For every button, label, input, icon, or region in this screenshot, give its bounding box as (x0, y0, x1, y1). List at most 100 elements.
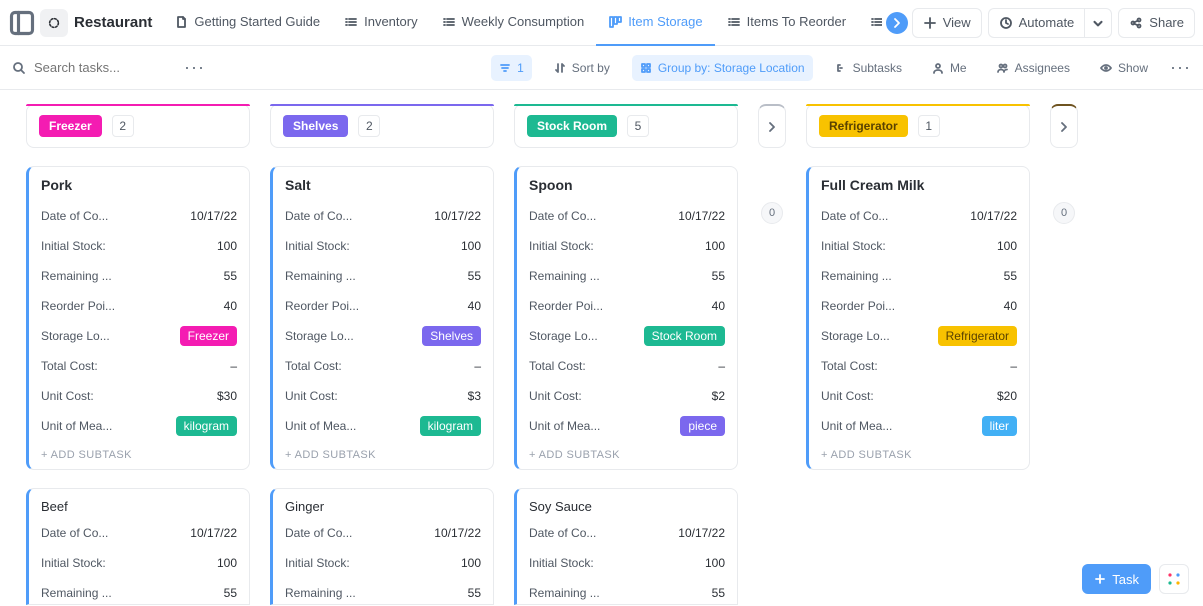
field-label: Unit Cost: (41, 389, 94, 403)
share-button[interactable]: Share (1118, 8, 1195, 38)
person-icon (932, 62, 944, 74)
automate-dropdown[interactable] (1084, 8, 1112, 38)
tab-inventory[interactable]: Inventory (332, 0, 429, 46)
card-title: Pork (41, 177, 237, 193)
add-view-label: View (943, 15, 971, 30)
group-count: 2 (112, 115, 134, 137)
field-label: Initial Stock: (41, 556, 106, 570)
field-label: Remaining ... (529, 269, 600, 283)
tab-item-storage[interactable]: Item Storage (596, 0, 714, 46)
task-card[interactable]: Soy Sauce Date of Co... 10/17/22 Initial… (514, 488, 738, 605)
collapse-sidebar-icon[interactable] (8, 9, 36, 37)
group-header[interactable]: Stock Room 5 (514, 104, 738, 148)
scroll-tabs-right[interactable] (886, 12, 908, 34)
add-subtask-button[interactable]: + ADD SUBTASK (41, 449, 237, 461)
field-label: Remaining ... (529, 586, 600, 600)
tab-ou[interactable]: Ou (858, 0, 882, 46)
expand-column-button[interactable] (758, 104, 786, 148)
group-tag: Stock Room (527, 115, 617, 137)
group-count: 1 (918, 115, 940, 137)
field-value: – (1010, 359, 1017, 373)
field-value: 10/17/22 (190, 526, 237, 540)
filter-count[interactable]: 1 (491, 55, 532, 81)
tab-weekly-consumption[interactable]: Weekly Consumption (430, 0, 597, 46)
field-value: 10/17/22 (970, 209, 1017, 223)
tab-label: Item Storage (628, 14, 702, 29)
field-value: 10/17/22 (434, 209, 481, 223)
field-value: – (230, 359, 237, 373)
field-label: Storage Lo... (41, 329, 110, 343)
assignees-button[interactable]: Assignees (989, 55, 1078, 81)
field-row: Storage Lo... Freezer (41, 325, 237, 347)
task-card[interactable]: Pork Date of Co... 10/17/22 Initial Stoc… (26, 166, 250, 470)
add-subtask-button[interactable]: + ADD SUBTASK (821, 449, 1017, 461)
search-tasks[interactable] (12, 60, 174, 75)
field-value: 100 (705, 239, 725, 253)
add-subtask-button[interactable]: + ADD SUBTASK (285, 449, 481, 461)
field-label: Initial Stock: (529, 239, 594, 253)
group-header[interactable]: Freezer 2 (26, 104, 250, 148)
task-card[interactable]: Full Cream Milk Date of Co... 10/17/22 I… (806, 166, 1030, 470)
card-title: Ginger (285, 499, 481, 514)
automate-button[interactable]: Automate (988, 8, 1085, 38)
tab-getting-started-guide[interactable]: Getting Started Guide (162, 0, 332, 46)
add-view-button[interactable]: View (912, 8, 982, 38)
workspace-name[interactable]: Restaurant (74, 14, 152, 31)
group-tag: Freezer (39, 115, 102, 137)
task-card[interactable]: Ginger Date of Co... 10/17/22 Initial St… (270, 488, 494, 605)
field-row: Total Cost: – (821, 355, 1017, 377)
field-label: Storage Lo... (285, 329, 354, 343)
people-icon (997, 62, 1009, 74)
new-task-button[interactable]: Task (1082, 564, 1151, 594)
tab-items-to-reorder[interactable]: Items To Reorder (715, 0, 858, 46)
add-subtask-button[interactable]: + ADD SUBTASK (529, 449, 725, 461)
field-label: Total Cost: (529, 359, 586, 373)
sort-by-button[interactable]: Sort by (546, 55, 618, 81)
tab-label: Items To Reorder (747, 14, 846, 29)
field-row: Initial Stock: 100 (41, 552, 237, 574)
field-row: Remaining ... 55 (285, 265, 481, 287)
field-row: Total Cost: – (529, 355, 725, 377)
field-row: Remaining ... 55 (285, 582, 481, 604)
field-value: $30 (217, 389, 237, 403)
field-value: – (474, 359, 481, 373)
field-label: Total Cost: (821, 359, 878, 373)
field-label: Unit of Mea... (821, 419, 892, 433)
field-row: Initial Stock: 100 (529, 552, 725, 574)
me-filter-button[interactable]: Me (924, 55, 975, 81)
board-column: Freezer 2 Pork Date of Co... 10/17/22 Ini… (26, 104, 250, 606)
expand-column-button[interactable] (1050, 104, 1078, 148)
field-label: Remaining ... (41, 586, 112, 600)
field-label: Date of Co... (285, 209, 352, 223)
subtasks-button[interactable]: Subtasks (827, 55, 910, 81)
group-header[interactable]: Shelves 2 (270, 104, 494, 148)
group-header[interactable]: Refrigerator 1 (806, 104, 1030, 148)
field-label: Date of Co... (285, 526, 352, 540)
more-options-icon[interactable]: ··· (184, 57, 205, 78)
subtasks-icon (835, 62, 847, 74)
field-row: Initial Stock: 100 (529, 235, 725, 257)
field-row: Initial Stock: 100 (41, 235, 237, 257)
search-input[interactable] (34, 60, 174, 75)
show-button[interactable]: Show (1092, 55, 1156, 81)
field-value: 100 (461, 556, 481, 570)
apps-button[interactable] (1159, 564, 1189, 594)
view-more-icon[interactable]: ··· (1170, 57, 1191, 78)
task-card[interactable]: Salt Date of Co... 10/17/22 Initial Stoc… (270, 166, 494, 470)
sort-icon (554, 62, 566, 74)
group-icon (640, 62, 652, 74)
task-card[interactable]: Beef Date of Co... 10/17/22 Initial Stoc… (26, 488, 250, 605)
collapsed-count: 0 (761, 202, 783, 224)
group-by-button[interactable]: Group by: Storage Location (632, 55, 813, 81)
field-label: Remaining ... (821, 269, 892, 283)
field-row: Storage Lo... Shelves (285, 325, 481, 347)
collapsed-column: 0 (758, 104, 786, 606)
field-label: Initial Stock: (285, 239, 350, 253)
field-row: Unit of Mea... kilogram (285, 415, 481, 437)
field-row: Initial Stock: 100 (821, 235, 1017, 257)
field-row: Storage Lo... Refrigerator (821, 325, 1017, 347)
eye-icon (1100, 62, 1112, 74)
task-card[interactable]: Spoon Date of Co... 10/17/22 Initial Sto… (514, 166, 738, 470)
field-row: Remaining ... 55 (41, 582, 237, 604)
workspace-icon[interactable] (40, 9, 68, 37)
